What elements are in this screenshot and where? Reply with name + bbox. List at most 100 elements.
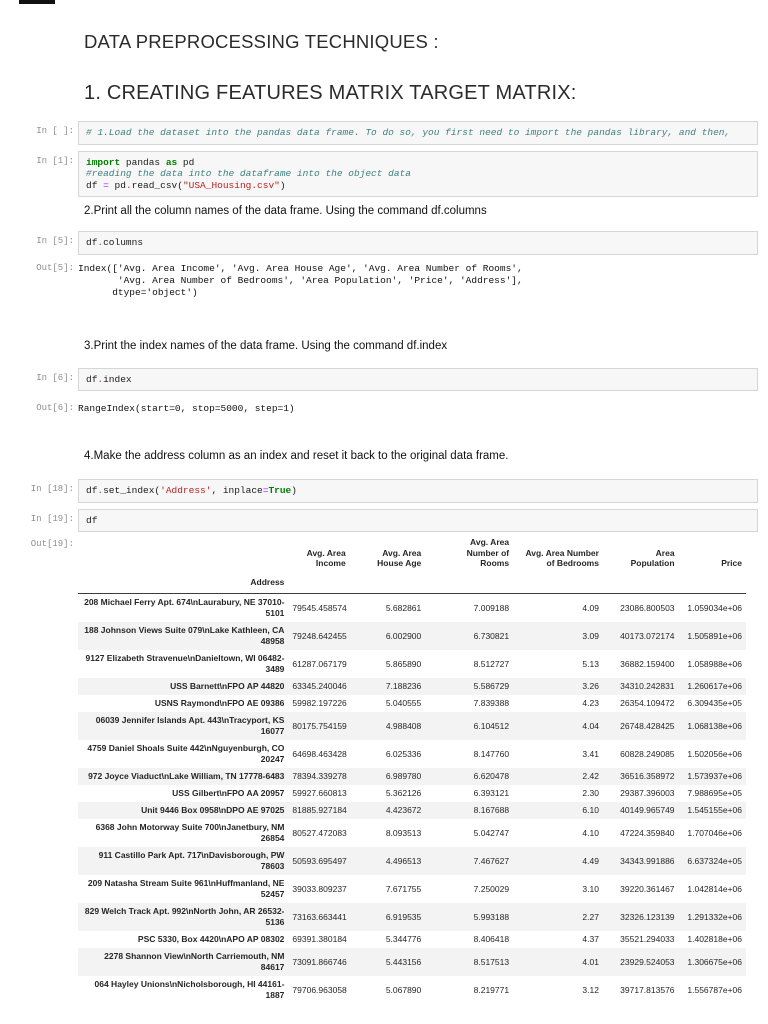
table-cell: 1.502056e+06 bbox=[687, 748, 742, 759]
table-cell: 1.058988e+06 bbox=[687, 658, 742, 669]
code-input-area[interactable]: import pandas as pd #reading the data in… bbox=[78, 150, 758, 197]
table-cell: 2.42 bbox=[582, 771, 599, 781]
row-index-address: 209 Natasha Stream Suite 961\nHuffmanlan… bbox=[87, 878, 285, 899]
code-input[interactable]: df.set_index('Address', inplace=True) bbox=[86, 485, 750, 497]
table-row: USS Gilbert\nFPO AA 20957 59927.660813 5.3… bbox=[78, 785, 746, 802]
column-header: Avg. Area Number of Rooms bbox=[466, 537, 510, 568]
code-input-area[interactable]: df.set_index('Address', inplace=True) bbox=[78, 479, 758, 503]
table-cell: 2.30 bbox=[582, 788, 599, 798]
markdown-step-2: 2.Print all the column names of the data… bbox=[84, 205, 487, 217]
table-cell: 34310.242831 bbox=[620, 681, 675, 691]
table-row: 829 Welch Track Apt. 992\nNorth John, AR… bbox=[78, 903, 746, 931]
table-cell: 40149.965749 bbox=[620, 805, 675, 815]
row-index-address: 829 Welch Track Apt. 992\nNorth John, AR… bbox=[84, 906, 285, 927]
table-cell: 5.067890 bbox=[385, 984, 422, 995]
code-input-area[interactable]: df.columns bbox=[78, 231, 758, 255]
output-text: RangeIndex(start=0, stop=5000, step=1) bbox=[78, 403, 295, 414]
table-cell: 5.865890 bbox=[385, 658, 422, 669]
table-cell: 3.12 bbox=[582, 984, 599, 995]
dataframe-header: Avg. Area Income Avg. Area House Age Avg. … bbox=[78, 535, 746, 594]
row-index-address: 6368 John Motorway Suite 700\nJanetbury,… bbox=[95, 822, 285, 843]
table-cell: 6.989780 bbox=[385, 771, 422, 781]
input-prompt: In [18]: bbox=[30, 484, 74, 494]
dataframe-table: Avg. Area Income Avg. Area House Age Avg. … bbox=[78, 535, 746, 1004]
table-cell: 2.27 bbox=[582, 911, 599, 922]
table-cell: 40173.072174 bbox=[620, 630, 675, 641]
code-input[interactable]: df.columns bbox=[86, 237, 750, 249]
table-cell: 39033.809237 bbox=[292, 883, 347, 894]
table-row: 188 Johnson Views Suite 079\nLake Kathle… bbox=[78, 622, 746, 650]
code-token: df bbox=[86, 179, 104, 191]
code-token: ) bbox=[279, 179, 286, 191]
table-row: 4759 Daniel Shoals Suite 442\nNguyenburg… bbox=[78, 740, 746, 768]
section-heading: 1. CREATING FEATURES MATRIX TARGET MATRI… bbox=[84, 82, 577, 104]
table-cell: 4.988408 bbox=[385, 720, 422, 731]
code-token: , inplace bbox=[211, 485, 263, 496]
table-row: PSC 5330, Box 4420\nAPO AP 08302 69391.38… bbox=[78, 931, 746, 948]
table-cell: 39717.813576 bbox=[620, 984, 675, 995]
table-cell: 8.093513 bbox=[385, 827, 422, 838]
output-prompt: Out[5]: bbox=[36, 262, 74, 273]
table-row: 064 Hayley Unions\nNicholsborough, HI 44… bbox=[78, 976, 746, 1004]
table-row: Unit 9446 Box 0958\nDPO AE 97025 81885.92… bbox=[78, 802, 746, 819]
table-cell: 69391.380184 bbox=[292, 934, 347, 944]
code-cell-1: In [1]: import pandas as pd #reading the… bbox=[0, 150, 758, 197]
header-corner bbox=[78, 535, 288, 572]
table-cell: 6.104512 bbox=[473, 720, 510, 731]
table-cell: 36882.159400 bbox=[620, 658, 675, 669]
table-cell: 78394.339278 bbox=[292, 771, 347, 781]
row-index-address: 064 Hayley Unions\nNicholsborough, HI 44… bbox=[94, 979, 285, 1000]
table-cell: 4.49 bbox=[582, 855, 599, 866]
table-cell: 6.10 bbox=[582, 805, 599, 815]
table-cell: 7.467627 bbox=[473, 855, 510, 866]
table-cell: 6.637324e+05 bbox=[687, 855, 742, 866]
index-header-spacer bbox=[602, 571, 679, 594]
table-cell: 8.406418 bbox=[473, 934, 510, 944]
table-cell: 73091.866746 bbox=[292, 956, 347, 967]
table-cell: 4.09 bbox=[582, 602, 599, 613]
output-cell-5: Out[5]: Index(['Avg. Area Income', 'Avg.… bbox=[0, 258, 758, 299]
table-cell: 79706.963058 bbox=[292, 984, 347, 995]
table-cell: 1.573937e+06 bbox=[687, 771, 742, 781]
code-input-area[interactable]: df bbox=[78, 508, 758, 532]
table-cell: 1.291332e+06 bbox=[687, 911, 742, 922]
column-header: Avg. Area Number of Bedrooms bbox=[525, 547, 599, 569]
code-input[interactable]: df.index bbox=[86, 374, 750, 386]
row-index-address: 188 Johnson Views Suite 079\nLake Kathle… bbox=[84, 625, 285, 646]
code-input[interactable]: df bbox=[86, 515, 750, 527]
table-cell: 59927.660813 bbox=[292, 788, 347, 798]
row-index-address: 2278 Shannon View\nNorth Carriemouth, NM… bbox=[104, 951, 285, 972]
table-cell: 50593.695497 bbox=[292, 855, 347, 866]
code-input[interactable]: # 1.Load the dataset into the pandas dat… bbox=[86, 127, 750, 139]
code-cell-6: In [6]: df.index bbox=[0, 367, 758, 391]
table-row: 9127 Elizabeth Stravenue\nDanieltown, WI… bbox=[78, 650, 746, 678]
code-input[interactable]: import pandas as pd #reading the data in… bbox=[86, 157, 750, 192]
table-cell: 5.344776 bbox=[385, 934, 422, 944]
page-corner-mark bbox=[19, 0, 55, 4]
table-row: 911 Castillo Park Apt. 717\nDavisborough… bbox=[78, 847, 746, 875]
code-input-area[interactable]: df.index bbox=[78, 367, 758, 391]
table-cell: 1.042814e+06 bbox=[687, 883, 742, 894]
code-token: "USA_Housing.csv" bbox=[182, 179, 280, 191]
code-token: pd bbox=[177, 156, 195, 168]
table-cell: 8.512727 bbox=[473, 658, 510, 669]
code-token: 'Address' bbox=[160, 485, 212, 496]
table-cell: 60828.249085 bbox=[620, 748, 675, 759]
table-cell: 8.219771 bbox=[473, 984, 510, 995]
table-cell: 5.586729 bbox=[473, 681, 510, 691]
table-cell: 3.41 bbox=[582, 748, 599, 759]
row-index-address: 06039 Jennifer Islands Apt. 443\nTracypo… bbox=[95, 715, 285, 736]
table-cell: 23086.800503 bbox=[620, 602, 675, 613]
code-token: # 1.Load the dataset into the pandas dat… bbox=[86, 127, 731, 138]
table-row: 6368 John Motorway Suite 700\nJanetbury,… bbox=[78, 819, 746, 847]
table-cell: 29387.396003 bbox=[620, 788, 675, 798]
table-cell: 3.26 bbox=[582, 681, 599, 691]
row-index-address: USNS Raymond\nFPO AE 09386 bbox=[154, 698, 285, 708]
code-cell-5: In [5]: df.columns bbox=[0, 231, 758, 255]
notebook-page: DATA PREPROCESSING TECHNIQUES : 1. CREAT… bbox=[0, 0, 768, 1024]
dataframe-output: Avg. Area Income Avg. Area House Age Avg. … bbox=[78, 534, 746, 1004]
column-header: Price bbox=[721, 558, 742, 568]
code-cell-19: In [19]: df bbox=[0, 508, 758, 532]
table-cell: 1.505891e+06 bbox=[687, 630, 742, 641]
code-input-area[interactable]: # 1.Load the dataset into the pandas dat… bbox=[78, 121, 758, 145]
